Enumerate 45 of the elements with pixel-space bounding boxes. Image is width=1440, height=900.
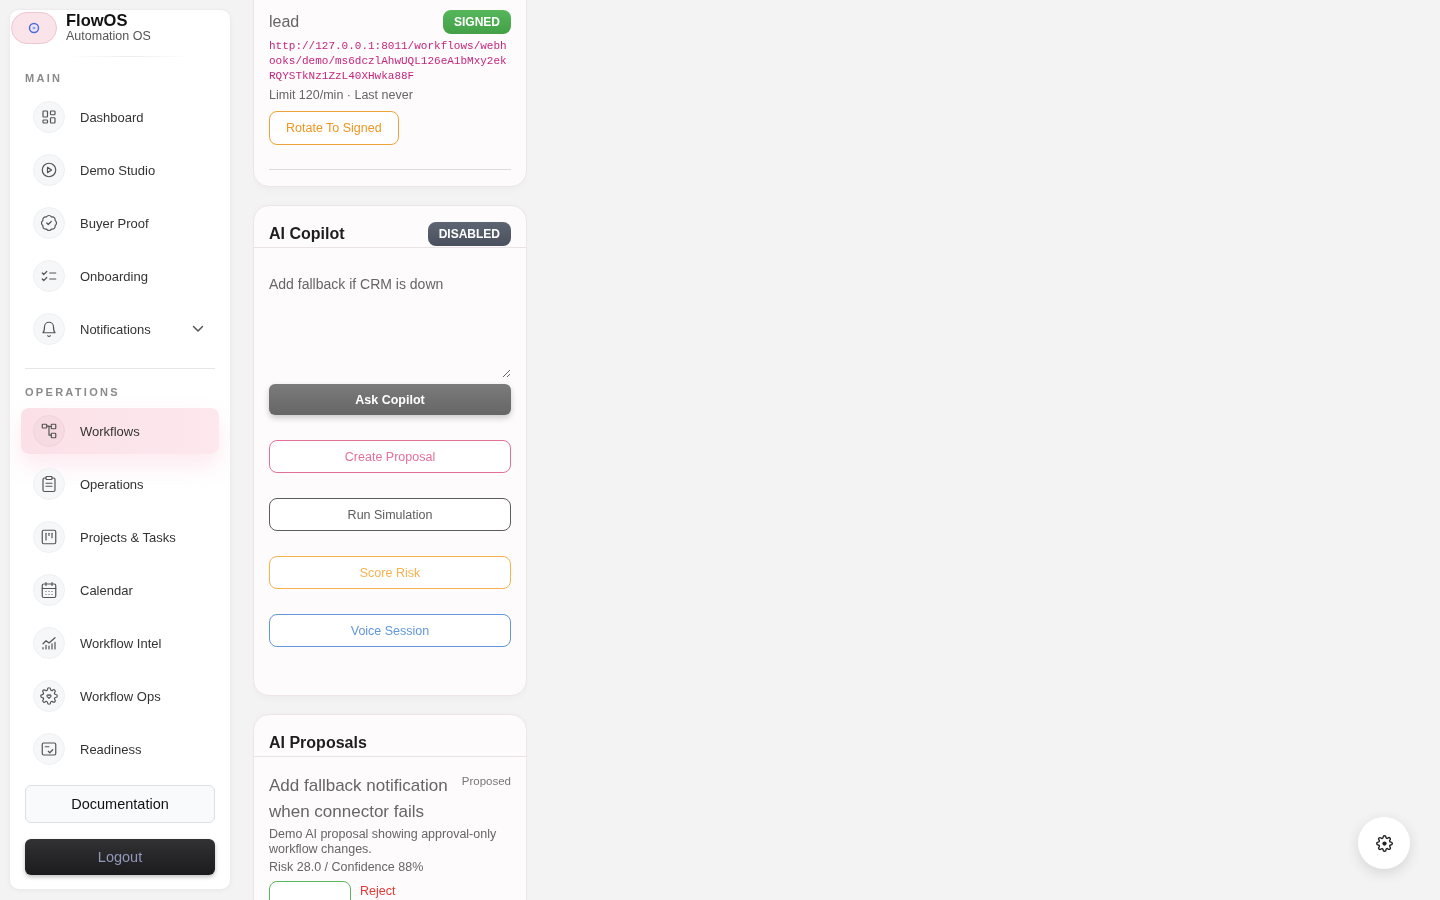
sidebar-item[interactable]: Projects & Tasks [21, 514, 219, 560]
documentation-button[interactable]: Documentation [25, 785, 215, 823]
card-title: AI Copilot [269, 224, 345, 244]
prompt-field[interactable]: Add fallback if CRM is down [269, 263, 511, 378]
brand-name: FlowOS [66, 11, 128, 29]
proposal-description: Demo AI proposal showing approval-only workflow changes. [269, 827, 498, 857]
sidebar-item[interactable]: Workflow Ops [21, 673, 219, 719]
section-title: MAIN [25, 71, 63, 85]
sidebar-item[interactable]: Dashboard [21, 94, 219, 140]
clipboard-icon [33, 468, 65, 500]
flow-nodes-icon [33, 415, 65, 447]
badge-check-icon [33, 207, 65, 239]
proposal-title: Add fallback notification when connector fails [269, 776, 448, 821]
board-icon [33, 521, 65, 553]
webhook-meta: Limit 120/min · Last never [269, 88, 414, 102]
sidebar-item[interactable]: Notifications [21, 306, 219, 352]
sidebar-item[interactable]: Readiness [21, 726, 219, 772]
brand-subtitle: Automation OS [66, 29, 151, 44]
sidebar-item[interactable]: Calendar [21, 567, 219, 613]
sidebar-item[interactable]: Workflow Intel [21, 620, 219, 666]
grid-icon [33, 101, 65, 133]
bell-icon [33, 313, 65, 345]
webhook-url: http://127.0.0.1:8011/workflows/webhooks/demo/ms6dczlAhwUQL126eA1bMxy2ekRQYSTkNz1ZzL40XHwka88F [269, 39, 508, 84]
status-badge: SIGNED [443, 10, 511, 34]
sidebar-item[interactable]: Onboarding [21, 253, 219, 299]
proposal-metrics: Risk 28.0 / Confidence 88% [269, 860, 425, 875]
section-title: OPERATIONS [25, 385, 120, 399]
play-icon [33, 154, 65, 186]
logo-icon [11, 11, 57, 44]
proposal-status: Proposed [461, 774, 511, 789]
card-title: AI Proposals [269, 733, 367, 753]
webhook-name: lead [269, 13, 300, 31]
logout-button[interactable]: Logout [25, 839, 215, 875]
calendar-icon [33, 574, 65, 606]
sidebar-item[interactable]: Buyer Proof [21, 200, 219, 246]
settings-button[interactable] [1358, 817, 1410, 869]
checklist-icon [33, 260, 65, 292]
sidebar-item[interactable]: Demo Studio [21, 147, 219, 193]
action-button[interactable]: Run Simulation [269, 498, 511, 531]
chart-icon [33, 627, 65, 659]
sidebar-item[interactable]: Operations [21, 461, 219, 507]
sidebar-item[interactable]: Workflows [21, 408, 219, 454]
reject-button[interactable]: Reject [360, 881, 396, 898]
status-badge: DISABLED [427, 222, 511, 246]
settings-icon [1375, 834, 1393, 852]
